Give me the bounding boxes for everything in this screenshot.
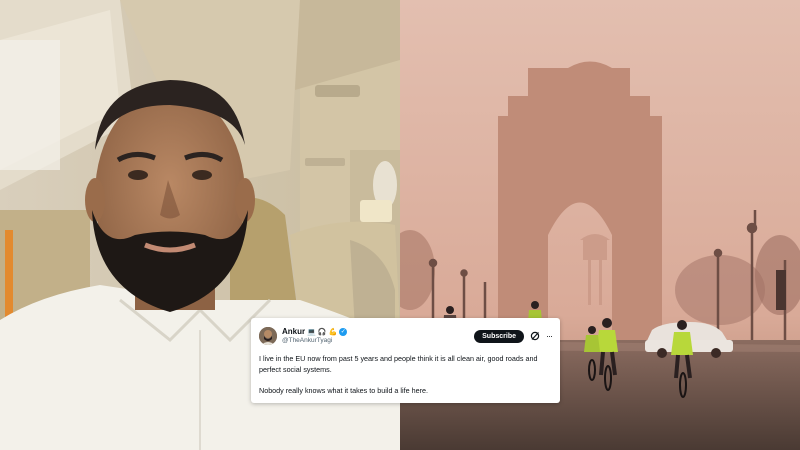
user-handle[interactable]: @TheAnkurTyagi [282, 337, 474, 344]
grok-icon[interactable] [530, 331, 540, 341]
laptop-emoji: 💻 [307, 327, 316, 336]
tweet-paragraph-2: Nobody really knows what it takes to bui… [259, 385, 428, 395]
grok-icon-glyph [530, 331, 540, 341]
tweet-paragraph-1: I live in the EU now from past 5 years a… [259, 354, 538, 374]
air-vents [315, 85, 360, 97]
avatar-image [259, 327, 277, 345]
subscribe-button[interactable]: Subscribe [474, 329, 524, 343]
tweet-header: Ankur 💻 🎧 💪 ✓ @TheAnkurTyagi Subscribe ·… [259, 323, 553, 349]
author-info: Ankur 💻 🎧 💪 ✓ @TheAnkurTyagi [282, 327, 474, 344]
verified-badge-icon: ✓ [339, 328, 348, 337]
headphones-emoji: 🎧 [317, 327, 327, 336]
tweet-card[interactable]: Ankur 💻 🎧 💪 ✓ @TheAnkurTyagi Subscribe ·… [251, 318, 560, 403]
signal-box [776, 270, 786, 310]
more-icon[interactable]: ··· [546, 331, 553, 341]
tweet-text: I live in the EU now from past 5 years a… [259, 354, 552, 396]
display-name[interactable]: Ankur [282, 327, 305, 337]
flexed-biceps-emoji: 💪 [328, 327, 338, 336]
avatar[interactable] [259, 327, 277, 345]
